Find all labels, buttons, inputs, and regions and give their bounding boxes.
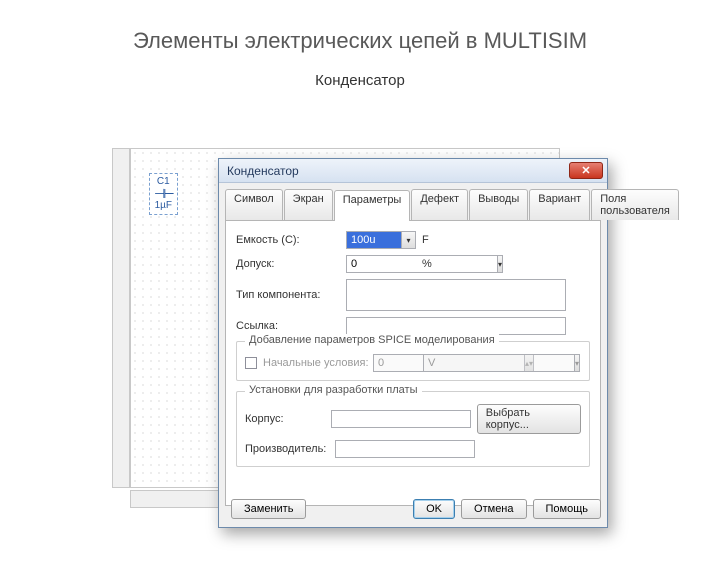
cancel-button[interactable]: Отмена xyxy=(461,499,526,519)
tolerance-label: Допуск: xyxy=(236,258,346,270)
ruler-vertical xyxy=(112,148,130,488)
tab-userfields[interactable]: Поля пользователя xyxy=(591,189,679,220)
capacitor-icon: ⊣⊢ xyxy=(154,188,173,200)
capacitance-label: Емкость (C): xyxy=(236,234,346,246)
titlebar[interactable]: Конденсатор ✕ xyxy=(219,159,607,183)
type-input[interactable] xyxy=(346,279,566,311)
chevron-down-icon[interactable]: ▾ xyxy=(498,255,503,273)
ic-unit-input xyxy=(423,354,575,372)
tab-defect[interactable]: Дефект xyxy=(411,189,468,220)
slide-title: Элементы электрических цепей в MULTISIM xyxy=(0,28,720,54)
slide-subtitle: Конденсатор xyxy=(0,72,720,89)
tab-pins[interactable]: Выводы xyxy=(469,189,528,220)
tab-pane: Емкость (C): ▾ F Допуск: ▾ % Тип компоне… xyxy=(225,220,601,506)
tab-parameters[interactable]: Параметры xyxy=(334,190,411,221)
chevron-down-icon: ▾ xyxy=(575,354,580,372)
tab-symbol[interactable]: Символ xyxy=(225,189,283,220)
properties-dialog: Конденсатор ✕ Символ Экран Параметры Деф… xyxy=(218,158,608,528)
chevron-down-icon[interactable]: ▾ xyxy=(402,231,416,249)
close-icon[interactable]: ✕ xyxy=(569,162,603,179)
footprint-input[interactable] xyxy=(331,410,471,428)
capacitance-input[interactable] xyxy=(346,231,402,249)
capacitor-symbol[interactable]: C1 ⊣⊢ 1µF xyxy=(149,173,178,215)
mfr-label: Производитель: xyxy=(245,443,335,455)
tab-screen[interactable]: Экран xyxy=(284,189,333,220)
pcb-legend: Установки для разработки платы xyxy=(245,384,422,396)
link-input[interactable] xyxy=(346,317,566,335)
replace-button[interactable]: Заменить xyxy=(231,499,306,519)
choose-footprint-button[interactable]: Выбрать корпус... xyxy=(477,404,581,434)
spice-group: Добавление параметров SPICE моделировани… xyxy=(236,341,590,381)
spice-legend: Добавление параметров SPICE моделировани… xyxy=(245,334,499,346)
ok-button[interactable]: OK xyxy=(413,499,455,519)
capacitance-unit: F xyxy=(422,234,436,246)
initial-conditions-checkbox[interactable] xyxy=(245,357,257,369)
footprint-label: Корпус: xyxy=(245,413,331,425)
tab-variant[interactable]: Вариант xyxy=(529,189,590,220)
dialog-buttons: Заменить OK Отмена Помощь xyxy=(225,499,601,519)
mfr-input[interactable] xyxy=(335,440,475,458)
tab-strip: Символ Экран Параметры Дефект Выводы Вар… xyxy=(219,183,607,220)
capacitor-value: 1µF xyxy=(154,200,173,212)
type-label: Тип компонента: xyxy=(236,289,346,301)
tolerance-unit: % xyxy=(422,258,436,270)
pcb-group: Установки для разработки платы Корпус: В… xyxy=(236,391,590,467)
help-button[interactable]: Помощь xyxy=(533,499,602,519)
dialog-title: Конденсатор xyxy=(227,164,299,178)
initial-conditions-label: Начальные условия: xyxy=(263,357,373,369)
link-label: Ссылка: xyxy=(236,320,346,332)
